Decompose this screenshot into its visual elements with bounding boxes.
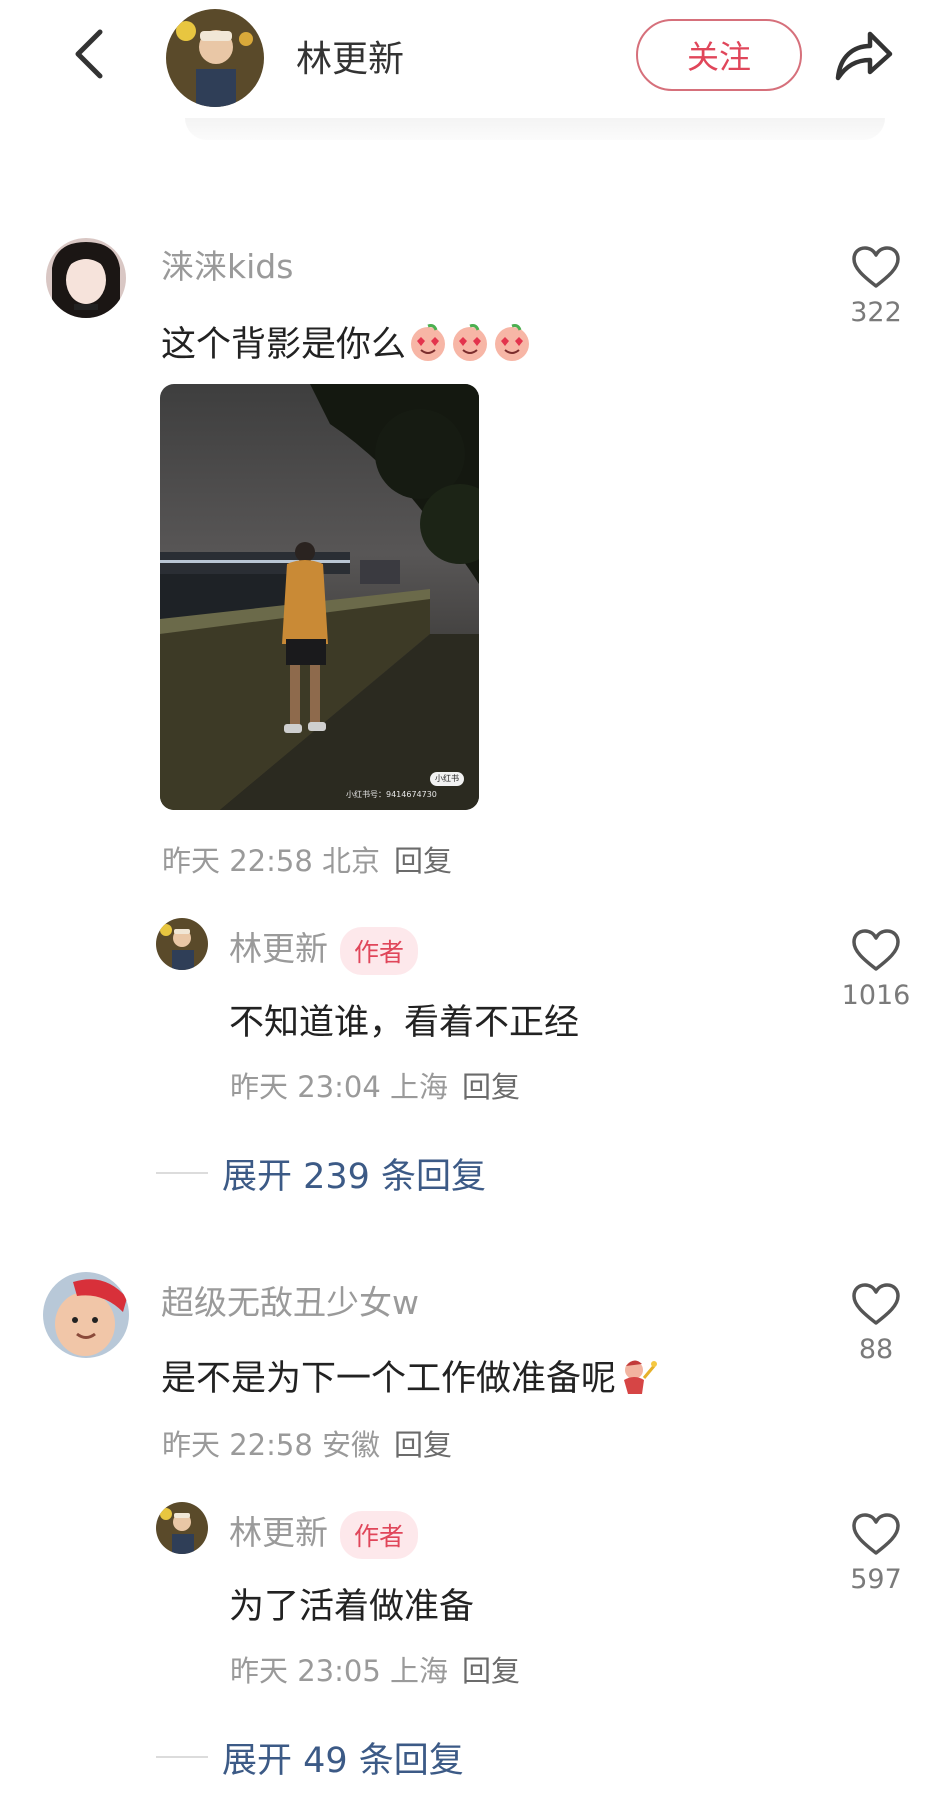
reply-username-row: 林更新 作者 (229, 922, 419, 975)
comment-text-content: 这个背影是你么 (161, 325, 407, 365)
comment-meta: 昨天 22:58 安徽 回复 (162, 1422, 452, 1464)
reply-button[interactable]: 回复 (462, 1654, 520, 1688)
comment-location: 安徽 (322, 1428, 381, 1462)
heart-outline-icon (852, 1513, 900, 1555)
dancing-figure-emoji (616, 1359, 658, 1399)
reply-meta: 昨天 23:05 上海 回复 (230, 1648, 520, 1690)
author-badge: 作者 (340, 926, 419, 975)
comment-time: 昨天 22:58 (162, 1428, 313, 1462)
expand-divider (156, 1756, 208, 1758)
like-button[interactable]: 1016 (828, 928, 924, 1011)
like-count: 88 (858, 1334, 894, 1365)
photo-watermark-logo: 小红书 (435, 774, 459, 783)
header-username[interactable]: 林更新 (296, 30, 404, 82)
reply-location: 上海 (390, 1654, 449, 1688)
like-button[interactable]: 88 (828, 1282, 924, 1365)
comment-username[interactable]: 超级无敌丑少女w (161, 1276, 419, 1324)
like-button[interactable]: 322 (828, 245, 924, 328)
back-icon[interactable] (68, 26, 112, 82)
comment-photo[interactable]: 小红书 小红书号：9414674730 (160, 384, 479, 810)
comment-time: 昨天 22:58 (162, 844, 313, 878)
comment-username[interactable]: 涞涞kids (161, 240, 293, 288)
heart-eyes-peach-emoji (406, 324, 532, 365)
reply-username[interactable]: 林更新 (229, 1513, 328, 1552)
reply-avatar[interactable] (156, 918, 208, 970)
comment-text-content: 是不是为下一个工作做准备呢 (161, 1359, 617, 1399)
expand-replies-link[interactable]: 展开 239 条回复 (222, 1148, 486, 1199)
comment-text[interactable]: 这个背影是你么 (161, 316, 532, 367)
reply-meta: 昨天 23:04 上海 回复 (230, 1064, 520, 1106)
comment-location: 北京 (322, 844, 381, 878)
header-divider (185, 118, 885, 140)
heart-outline-icon (852, 246, 900, 288)
reply-text[interactable]: 为了活着做准备 (229, 1578, 474, 1629)
comment-text[interactable]: 是不是为下一个工作做准备呢 (161, 1350, 658, 1401)
reply-username[interactable]: 林更新 (229, 929, 328, 968)
like-button[interactable]: 597 (828, 1512, 924, 1595)
reply-time: 昨天 23:05 (230, 1654, 381, 1688)
like-count: 597 (850, 1564, 902, 1595)
reply-time: 昨天 23:04 (230, 1070, 381, 1104)
header-avatar[interactable] (166, 9, 264, 107)
reply-button[interactable]: 回复 (394, 1428, 452, 1462)
reply-text[interactable]: 不知道谁，看着不正经 (229, 994, 579, 1045)
reply-location: 上海 (390, 1070, 449, 1104)
reply-button[interactable]: 回复 (394, 844, 452, 878)
heart-outline-icon (852, 929, 900, 971)
author-badge: 作者 (340, 1510, 419, 1559)
follow-button[interactable]: 关注 (636, 19, 802, 91)
photo-watermark-id: 小红书号：9414674730 (346, 790, 437, 799)
heart-outline-icon (852, 1283, 900, 1325)
commenter-avatar[interactable] (46, 238, 126, 318)
commenter-avatar[interactable] (43, 1272, 129, 1358)
comment-meta: 昨天 22:58 北京 回复 (162, 838, 452, 880)
like-count: 1016 (841, 980, 911, 1011)
like-count: 322 (850, 297, 902, 328)
share-arrow-icon[interactable] (834, 26, 894, 84)
expand-replies-link[interactable]: 展开 49 条回复 (222, 1732, 464, 1783)
expand-divider (156, 1172, 208, 1174)
reply-username-row: 林更新 作者 (229, 1506, 419, 1559)
reply-avatar[interactable] (156, 1502, 208, 1554)
reply-button[interactable]: 回复 (462, 1070, 520, 1104)
